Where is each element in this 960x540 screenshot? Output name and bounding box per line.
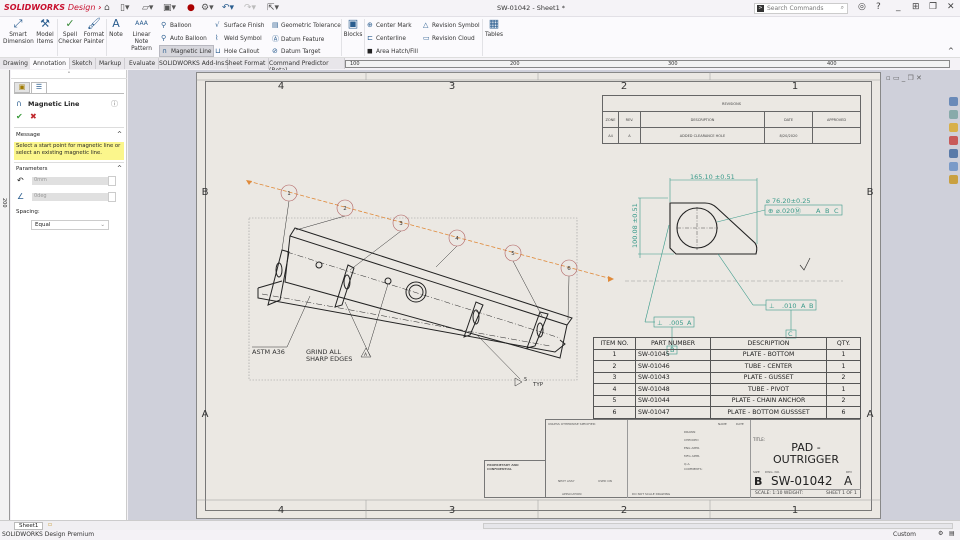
revisions-table[interactable]: REVISIONS ZONE REV. DESCRIPTION DATE APPROVE…: [602, 95, 861, 144]
balloon-1: 1: [287, 191, 291, 197]
width-dimension: 165.10 ±0.51: [690, 173, 735, 181]
horizontal-scrollbar[interactable]: [483, 523, 953, 529]
bom-table[interactable]: ITEM NO. PART NUMBER DESCRIPTION QTY. 1 SW-0…: [593, 337, 861, 419]
revisions-title: REVISIONS: [602, 95, 861, 112]
title-block: UNLESS OTHERWISE SPECIFIED: NEXT ASSY US…: [545, 419, 861, 498]
zone-label: B: [867, 187, 874, 198]
zone-label: B: [202, 187, 209, 198]
appearances-icon[interactable]: [949, 136, 958, 145]
perpendicularity-tolerance: .005: [669, 319, 683, 327]
drawing-number: SW-01042: [771, 474, 833, 488]
design-library-icon[interactable]: [949, 110, 958, 119]
view-boundary: [248, 217, 578, 381]
datum-ref: A: [816, 207, 821, 215]
task-pane: [948, 96, 960, 206]
zone-label: 2: [621, 81, 627, 92]
material-note: ASTM A36: [252, 348, 285, 356]
sheet-size: B: [754, 475, 763, 488]
table-row: 2 SW-01046 TUBE - CENTER 1: [593, 360, 861, 373]
forum-icon[interactable]: [949, 175, 958, 184]
product-name: SOLIDWORKS Design Premium: [2, 531, 95, 538]
zone-label: 3: [449, 81, 455, 92]
sheet-tab-sheet1[interactable]: Sheet1: [14, 522, 44, 530]
proprietary-block: PROPRIETARY AND CONFIDENTIAL: [484, 460, 546, 498]
weld-typ: TYP: [532, 382, 544, 388]
datum-ref: A: [687, 319, 692, 327]
zone-label: 1: [792, 505, 798, 516]
notifications-icon[interactable]: ▤: [949, 530, 955, 537]
zone-label: 4: [278, 505, 284, 516]
perpendicularity-icon: ⊥: [657, 319, 663, 327]
height-dimension: 100.08 ±0.51: [631, 203, 639, 248]
units-selector[interactable]: Custom: [893, 531, 916, 538]
sheet-tabs-bar: Sheet1 ▫: [0, 520, 960, 530]
balloon-5: 5: [511, 251, 515, 257]
drawing-title: PAD - OUTRIGGER: [773, 441, 839, 466]
datum-ref: B: [825, 207, 829, 215]
custom-properties-icon[interactable]: [949, 149, 958, 158]
rebuild-status-icon[interactable]: ⚙: [938, 530, 943, 537]
perpendicularity-tolerance: .010: [782, 302, 796, 310]
magnetic-line-start-handle: [246, 180, 252, 185]
balloon-6: 6: [567, 266, 571, 272]
resources-icon[interactable]: [949, 97, 958, 106]
zone-label: 3: [449, 505, 455, 516]
detail-dimensions: [638, 178, 843, 355]
hole-dimension: ⌀ 76.20±0.25: [766, 197, 811, 205]
position-icon: ⊕: [768, 207, 773, 215]
detail-view: [625, 202, 843, 282]
table-row: 6 SW-01047 PLATE - BOTTOM GUSSSET 6: [593, 406, 861, 419]
table-row: 3 SW-01043 PLATE - GUSSET 2: [593, 371, 861, 384]
datum-ref: C: [834, 207, 839, 215]
grind-note-line2: SHARP EDGES: [306, 355, 352, 363]
isometric-view: [257, 227, 573, 359]
add-sheet-icon[interactable]: ▫: [48, 521, 52, 528]
balloon-2: 2: [343, 206, 347, 212]
zone-label: 2: [621, 505, 627, 516]
zone-label: A: [867, 409, 874, 420]
table-row: A4 A ADDED CLEARANCE HOLE 8/20/2020: [602, 127, 861, 144]
status-bar: SOLIDWORKS Design Premium Custom ⚙ ▤: [0, 530, 960, 540]
table-row: 1 SW-01045 PLATE - BOTTOM 1: [593, 348, 861, 361]
file-explorer-icon[interactable]: [949, 123, 958, 132]
datum-ref: B: [809, 302, 813, 310]
table-row: 4 SW-01048 TUBE - PIVOT 1: [593, 383, 861, 396]
magnetic-line-end-handle: [608, 276, 614, 282]
weld-size: 5: [524, 377, 527, 383]
view-palette-icon[interactable]: [949, 162, 958, 171]
position-tolerance: ⌀.020Ⓜ: [776, 207, 801, 215]
zone-label: 4: [278, 81, 284, 92]
balloon-4: 4: [455, 236, 459, 242]
balloon-3: 3: [399, 221, 403, 227]
perpendicularity-icon: ⊥: [769, 302, 775, 310]
datum-ref: A: [801, 302, 806, 310]
zone-label: A: [202, 409, 209, 420]
table-row: 5 SW-01044 PLATE - CHAIN ANCHOR 2: [593, 394, 861, 407]
zone-label: 1: [792, 81, 798, 92]
revision: A: [844, 474, 853, 488]
